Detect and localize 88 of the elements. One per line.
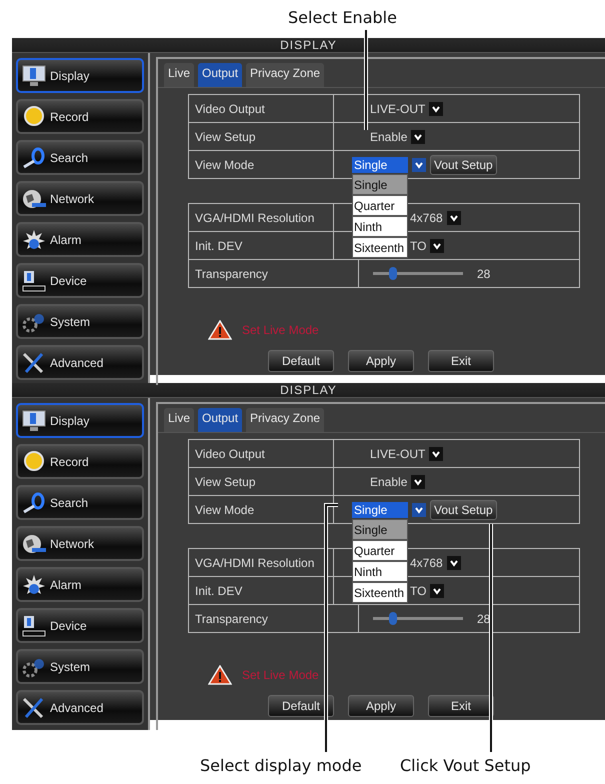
tab[interactable]: Output [198, 408, 242, 432]
sidebar-item[interactable]: Alarm [16, 222, 144, 257]
sidebar-item[interactable]: Display [16, 403, 144, 438]
slider-track[interactable] [373, 612, 463, 625]
setting-label: VGA/HDMI Resolution [189, 204, 334, 231]
dropdown-option[interactable]: Ninth [352, 216, 408, 237]
dropdown-option[interactable]: Quarter [352, 195, 408, 216]
dropdown-option[interactable]: Quarter [352, 540, 408, 561]
slider-thumb[interactable] [388, 612, 397, 625]
slider-thumb[interactable] [388, 267, 397, 280]
slider-value: 28 [477, 266, 490, 280]
dropdown-value[interactable]: Single [352, 156, 408, 172]
globe-icon [22, 188, 46, 210]
dropdown-option[interactable]: Single [352, 519, 408, 540]
setting-label: Video Output [189, 440, 334, 467]
monitor-icon [22, 410, 46, 432]
dropdown-value[interactable]: Enable [370, 130, 408, 144]
sidebar-item[interactable]: Alarm [16, 567, 144, 602]
sidebar-item[interactable]: Record [16, 444, 144, 479]
setting-label: Transparency [189, 605, 359, 632]
alarm-icon [22, 228, 46, 250]
disc-icon [22, 106, 46, 128]
device-icon [22, 270, 46, 292]
tab[interactable]: Live [164, 408, 194, 432]
sidebar-item[interactable]: Network [16, 526, 144, 561]
disc-icon [22, 450, 46, 472]
setting-label: Init. DEV [189, 232, 334, 259]
tools-icon [22, 696, 46, 718]
sidebar-item[interactable]: Search [16, 485, 144, 520]
setting-label: Video Output [189, 95, 334, 122]
warning-icon [208, 320, 232, 340]
monitor-icon [22, 64, 46, 86]
warning-message: Set Live Mode [242, 668, 319, 682]
callout-label: Select display mode [200, 756, 362, 775]
tools-icon [22, 352, 46, 374]
dropdown-option[interactable]: Sixteenth [352, 582, 408, 603]
setting-label: VGA/HDMI Resolution [189, 549, 334, 576]
vout-setup-button[interactable]: Vout Setup [430, 500, 497, 520]
globe-icon [22, 532, 46, 554]
callout-label: Select Enable [288, 8, 397, 27]
dropdown-value[interactable]: TO [410, 584, 426, 598]
dropdown-option[interactable]: Single [352, 174, 408, 195]
sidebar-item[interactable]: System [16, 649, 144, 684]
window-title: DISPLAY [280, 383, 337, 397]
device-icon [22, 614, 46, 636]
action-button[interactable]: Apply [348, 350, 414, 372]
slider-track[interactable] [373, 267, 463, 280]
alarm-icon [22, 574, 46, 596]
tab[interactable]: Live [164, 63, 194, 87]
setting-label: Init. DEV [189, 577, 334, 604]
sidebar-item[interactable]: Network [16, 181, 144, 216]
sidebar-item[interactable]: Advanced [16, 690, 144, 725]
dropdown-value[interactable]: LIVE-OUT [370, 102, 426, 116]
action-button[interactable]: Apply [348, 695, 414, 717]
dropdown-value[interactable]: LIVE-OUT [370, 446, 426, 460]
action-button[interactable]: Exit [428, 350, 494, 372]
dropdown-value[interactable]: Single [352, 502, 408, 518]
search-icon [22, 146, 46, 168]
dropdown-option[interactable]: Ninth [352, 561, 408, 582]
dropdown-value[interactable]: TO [410, 238, 426, 252]
setting-label: View Setup [189, 468, 334, 495]
sidebar-item[interactable]: System [16, 304, 144, 339]
sidebar-item[interactable]: Device [16, 263, 144, 298]
window-title: DISPLAY [280, 38, 337, 52]
action-button[interactable]: Exit [428, 695, 494, 717]
dropdown-option[interactable]: Sixteenth [352, 237, 408, 258]
sidebar-item[interactable]: Device [16, 608, 144, 643]
vout-setup-button[interactable]: Vout Setup [430, 154, 497, 174]
setting-label: Transparency [189, 260, 359, 287]
sidebar-item[interactable]: Search [16, 140, 144, 175]
setting-label: View Setup [189, 123, 334, 150]
action-button[interactable]: Default [268, 695, 334, 717]
sidebar-item[interactable]: Record [16, 99, 144, 134]
tab[interactable]: Output [198, 63, 242, 87]
setting-label: View Mode [189, 496, 334, 523]
tab[interactable]: Privacy Zone [246, 408, 324, 432]
warning-message: Set Live Mode [242, 323, 319, 337]
callout-label: Click Vout Setup [400, 756, 531, 775]
dropdown-value[interactable]: 4x768 [410, 556, 443, 570]
setting-label: View Mode [189, 151, 334, 178]
warning-icon [208, 665, 232, 685]
sidebar-item[interactable]: Advanced [16, 345, 144, 380]
search-icon [22, 492, 46, 514]
action-button[interactable]: Default [268, 350, 334, 372]
dropdown-value[interactable]: 4x768 [410, 210, 443, 224]
tab[interactable]: Privacy Zone [246, 63, 324, 87]
dropdown-value[interactable]: Enable [370, 474, 408, 488]
sidebar-item[interactable]: Display [16, 58, 144, 93]
